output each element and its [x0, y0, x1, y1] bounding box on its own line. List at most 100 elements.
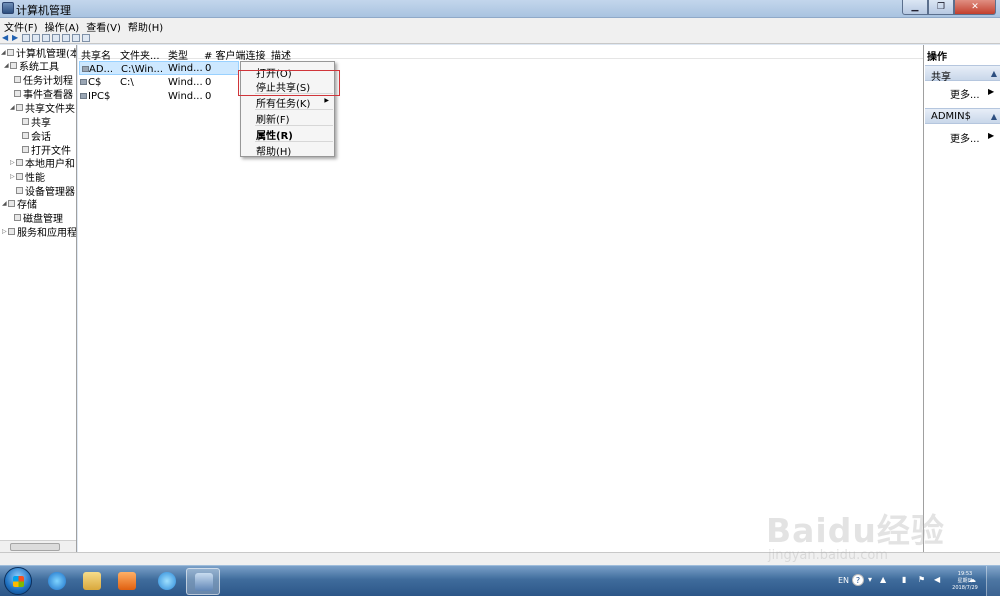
disk-icon	[14, 214, 21, 221]
copy-icon[interactable]	[42, 34, 50, 42]
taskbar-app[interactable]	[150, 568, 184, 595]
section-label: ADMIN$	[931, 111, 971, 122]
network-icon[interactable]: ☁	[968, 575, 977, 585]
show-desktop-button[interactable]	[986, 566, 1000, 596]
export-list-icon[interactable]	[62, 34, 70, 42]
submenu-arrow-icon: ▶	[324, 97, 329, 104]
show-hidden-icons-icon[interactable]: ▲	[880, 575, 889, 585]
tree-item-label: 任务计划程	[23, 76, 73, 87]
menu-item-refresh[interactable]: 刷新(F)	[256, 111, 290, 126]
start-button[interactable]	[4, 567, 32, 595]
tree-item-performance[interactable]: ▷ 性能	[10, 170, 45, 184]
column-share-name[interactable]: 共享名	[81, 47, 111, 62]
action-more-shares[interactable]: 更多...	[950, 86, 980, 101]
taskbar-ie[interactable]	[40, 568, 74, 595]
media-player-icon	[118, 572, 136, 590]
annotation-highlight-box	[238, 70, 340, 96]
menu-separator	[255, 125, 333, 126]
folder-icon	[83, 572, 101, 590]
actions-section-shares[interactable]: 共享 ▲	[925, 65, 1000, 83]
submenu-arrow-icon: ▶	[988, 87, 995, 96]
tree-item-task-scheduler[interactable]: 任务计划程	[14, 73, 73, 87]
taskbar-computer-management[interactable]	[186, 568, 220, 595]
services-icon	[8, 228, 15, 235]
tree-item-system-tools[interactable]: ◢ 系统工具	[4, 59, 59, 73]
taskbar-explorer[interactable]	[75, 568, 109, 595]
navigation-tree: ◢计算机管理(本地 ◢系统工具 任务计划程 事件查看器 ◢共享文件夹 共享 会话…	[0, 45, 77, 552]
menu-item-properties[interactable]: 属性(R)	[256, 127, 293, 142]
share-folder-icon	[22, 118, 29, 125]
table-row-admin-share[interactable]: AD... C:\Win...	[79, 61, 239, 75]
minimize-button[interactable]: ▁	[902, 0, 928, 15]
tree-item-sessions[interactable]: 会话	[22, 129, 51, 143]
tree-horizontal-scrollbar[interactable]	[0, 540, 76, 552]
tree-item-label: 本地用户和	[25, 159, 75, 170]
battery-icon[interactable]: ▮	[902, 575, 911, 585]
share-icon	[80, 79, 87, 85]
tree-item-label: 磁盘管理	[23, 214, 63, 225]
action-more-admin[interactable]: 更多...	[950, 130, 980, 145]
tree-item-shared-folders[interactable]: ◢ 共享文件夹	[10, 101, 75, 115]
menu-action[interactable]: 操作(A)	[41, 18, 83, 34]
share-icon	[80, 93, 87, 99]
computer-management-icon	[2, 2, 14, 14]
tree-item-disk-management[interactable]: 磁盘管理	[14, 211, 63, 225]
up-folder-icon[interactable]	[22, 34, 30, 42]
tools-icon	[10, 62, 17, 69]
share-icon	[82, 66, 89, 72]
cell-client-count: 0	[205, 91, 212, 102]
cell-client-count: 0	[205, 77, 212, 88]
close-button[interactable]: ✕	[954, 0, 996, 15]
cell-folder-path: C:\Win...	[121, 64, 164, 75]
menu-item-help[interactable]: 帮助(H)	[256, 143, 291, 158]
tree-item-local-users[interactable]: ▷ 本地用户和	[10, 156, 75, 170]
storage-icon	[8, 200, 15, 207]
event-viewer-icon	[14, 90, 21, 97]
restore-icon: ❐	[936, 2, 946, 12]
tree-item-label: 存储	[17, 200, 37, 211]
show-hide-tree-icon[interactable]	[32, 34, 40, 42]
computer-icon	[7, 49, 14, 56]
tree-item-storage[interactable]: ◢ 存储	[2, 197, 37, 211]
back-arrow-icon[interactable]: ◀	[2, 34, 10, 42]
help-tray-icon[interactable]: ?	[852, 574, 864, 586]
help-icon[interactable]	[72, 34, 80, 42]
submenu-arrow-icon: ▶	[988, 131, 995, 140]
column-folder-path[interactable]: 文件夹...	[120, 47, 160, 62]
collapse-triangle-icon[interactable]: ▲	[991, 112, 997, 121]
actions-title: 操作	[927, 52, 947, 63]
ime-arrow-icon[interactable]: ▾	[868, 575, 877, 585]
refresh-icon[interactable]	[52, 34, 60, 42]
menu-separator	[255, 109, 333, 110]
restore-button[interactable]: ❐	[928, 0, 954, 15]
column-type[interactable]: 类型	[168, 47, 188, 62]
cell-client-count: 0	[205, 63, 212, 74]
language-indicator[interactable]: EN	[838, 576, 849, 585]
menu-item-all-tasks[interactable]: 所有任务(K)	[256, 95, 310, 110]
menu-separator	[255, 141, 333, 142]
volume-icon[interactable]: ◀	[934, 575, 943, 585]
tree-item-event-viewer[interactable]: 事件查看器	[14, 87, 73, 101]
column-client-connections[interactable]: # 客户端连接	[204, 47, 266, 62]
taskbar-media-player[interactable]	[110, 568, 144, 595]
scrollbar-thumb[interactable]	[10, 543, 60, 551]
forward-arrow-icon[interactable]: ▶	[12, 34, 20, 42]
menu-view[interactable]: 查看(V)	[82, 18, 124, 34]
windows-logo-icon	[13, 576, 24, 587]
tree-item-shares[interactable]: 共享	[22, 115, 51, 129]
open-files-icon	[22, 146, 29, 153]
collapse-triangle-icon[interactable]: ▲	[991, 69, 997, 78]
menu-help[interactable]: 帮助(H)	[124, 18, 166, 34]
watermark-sub: jingyan.baidu.com	[768, 548, 888, 563]
action-center-icon[interactable]: ⚑	[918, 575, 927, 585]
menu-file[interactable]: 文件(F)	[0, 18, 41, 34]
tree-item-label: 性能	[25, 173, 45, 184]
menu-bar: 文件(F) 操作(A) 查看(V) 帮助(H)	[0, 18, 1000, 34]
cell-type: Wind...	[168, 63, 203, 74]
action-pane-icon[interactable]	[82, 34, 90, 42]
window-title: 计算机管理	[16, 4, 71, 17]
tree-item-services-apps[interactable]: ▷ 服务和应用程	[2, 225, 76, 239]
taskbar: EN ? ▾ ▲ ▮ ⚑ ◀ 19:53 星期日 2018/7/29 ☁	[0, 565, 1000, 596]
actions-section-admin[interactable]: ADMIN$ ▲	[925, 108, 1000, 124]
column-description[interactable]: 描述	[271, 47, 291, 62]
